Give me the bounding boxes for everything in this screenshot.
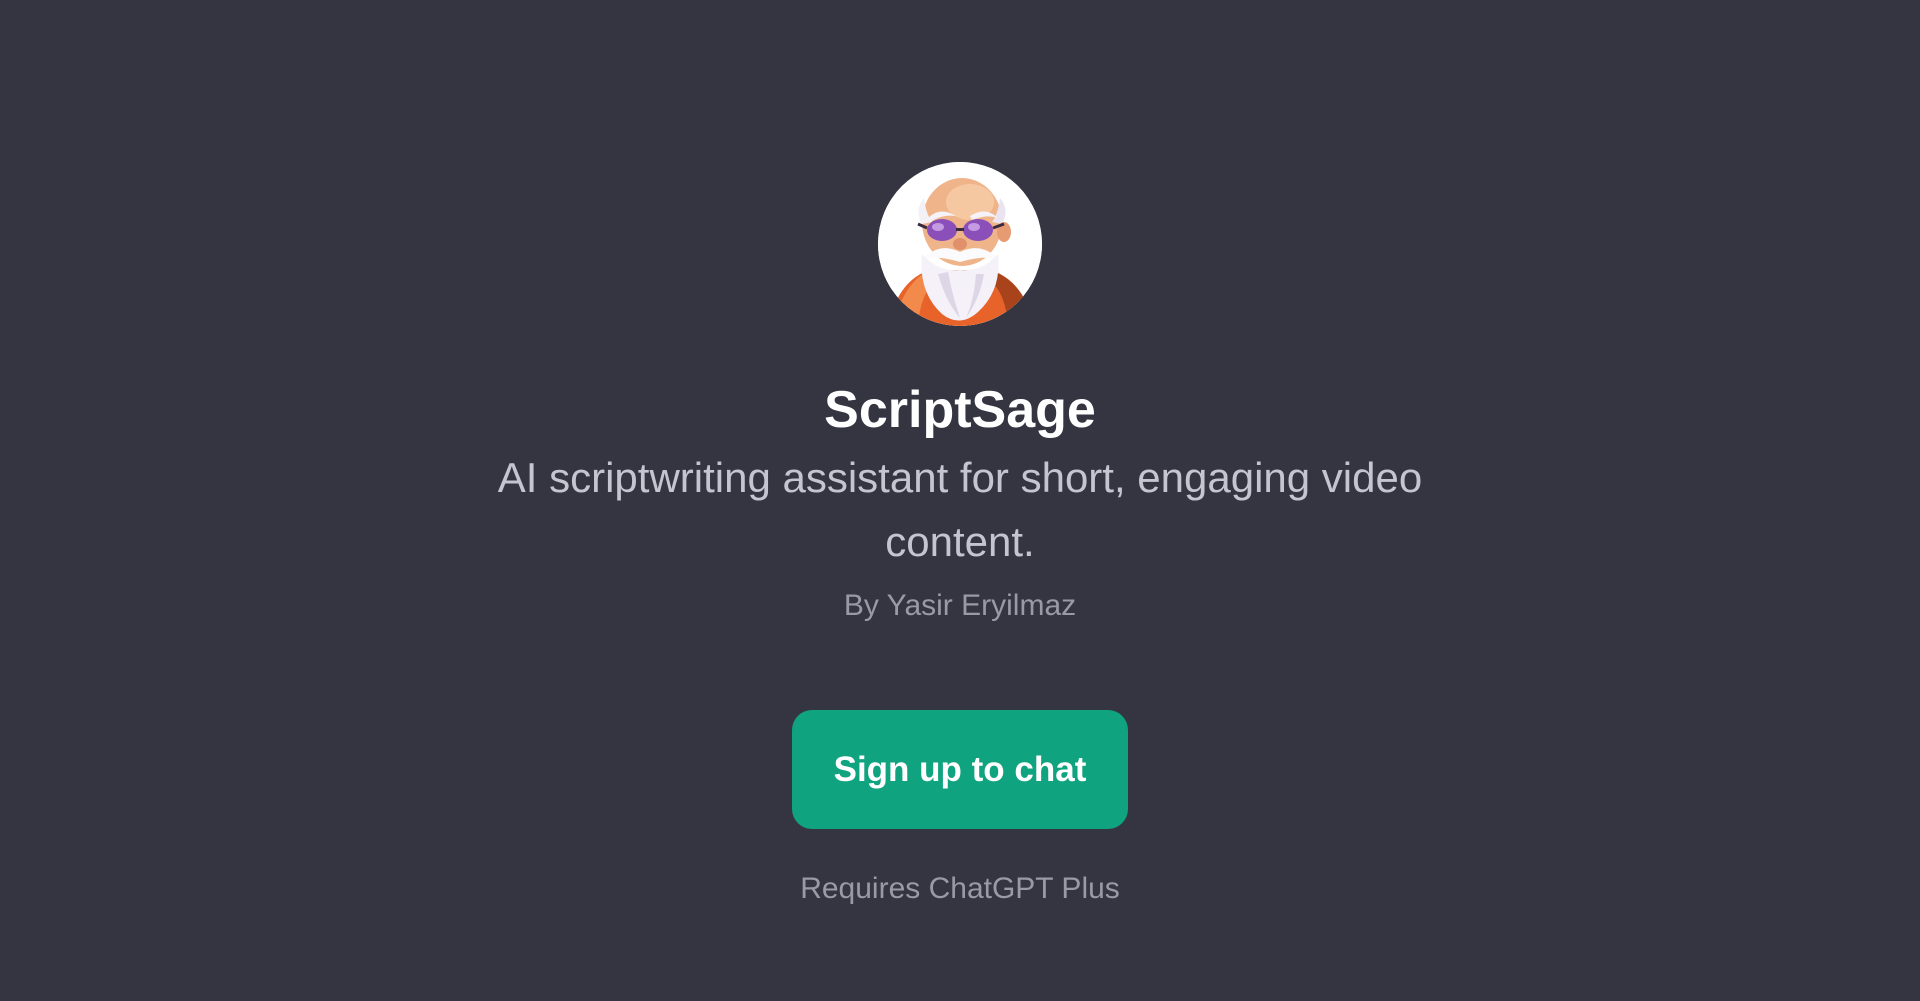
plan-requirement-note: Requires ChatGPT Plus bbox=[800, 872, 1120, 905]
gpt-avatar bbox=[878, 162, 1042, 326]
gpt-landing: ScriptSage AI scriptwriting assistant fo… bbox=[0, 0, 1920, 1001]
gpt-author: By Yasir Eryilmaz bbox=[843, 589, 1077, 622]
sign-up-button[interactable]: Sign up to chat bbox=[792, 710, 1128, 829]
bearded-old-man-avatar-icon bbox=[878, 162, 1042, 326]
gpt-description: AI scriptwriting assistant for short, en… bbox=[497, 454, 1423, 565]
gpt-title: ScriptSage bbox=[824, 381, 1096, 439]
